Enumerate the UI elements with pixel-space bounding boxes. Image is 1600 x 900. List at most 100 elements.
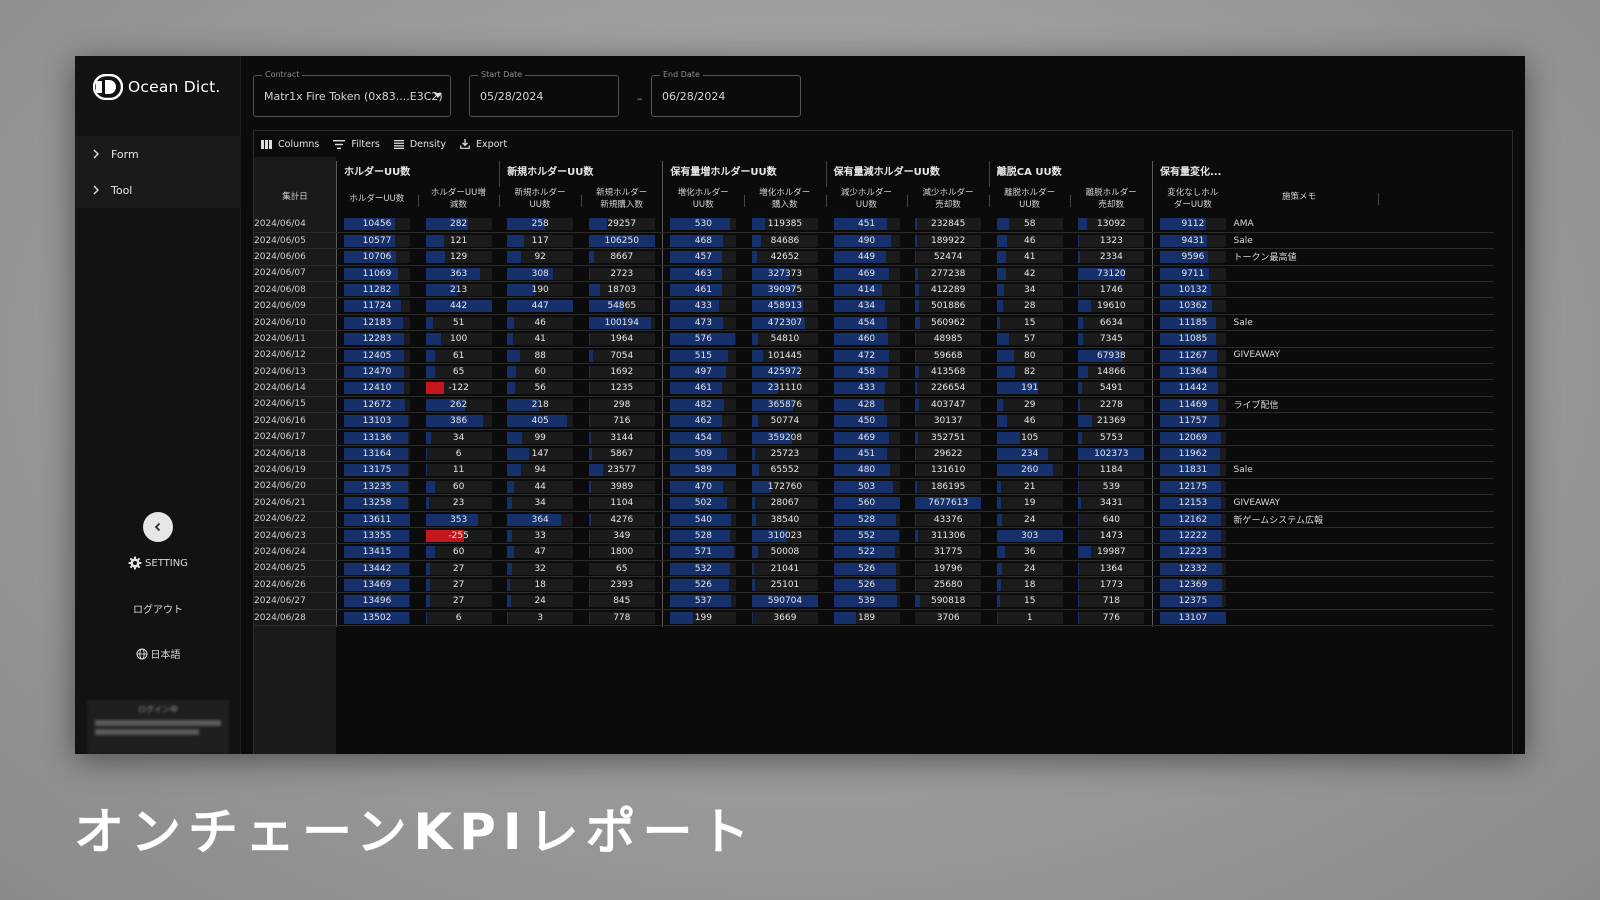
table-row[interactable]: 2024/06/26 13469 27 18 2393 526 25101 526 25680 1… <box>254 576 1494 594</box>
value-cell: 47 <box>499 543 581 561</box>
start-date-field[interactable]: Start Date 05/28/2024 <box>469 70 619 117</box>
date-column-header[interactable]: 集計日 <box>254 191 336 219</box>
value-number: 60 <box>534 367 546 378</box>
columns-button[interactable]: Columns <box>261 139 319 150</box>
value-bar-track: 311306 <box>915 529 982 542</box>
value-number: 29257 <box>607 219 637 229</box>
table-row[interactable]: 2024/06/19 13175 11 94 23577 589 65552 480 13161… <box>254 461 1494 479</box>
value-bar-track: 365876 <box>751 398 818 411</box>
value-cell: 3144 <box>580 429 663 446</box>
table-row[interactable]: 2024/06/10 12183 51 46 100194 473 472307 454 560… <box>254 314 1494 332</box>
table-row[interactable]: 2024/06/20 13235 60 44 3989 470 172760 503 18619… <box>254 478 1494 496</box>
column-header-line: 新規購入数 <box>600 200 643 210</box>
value-bar-track: 41 <box>996 251 1063 264</box>
value-bar-track: 461 <box>670 382 737 395</box>
value-cell: 532 <box>662 560 744 578</box>
table-row[interactable]: 2024/06/25 13442 27 32 65 532 21041 526 19796 24 1… <box>254 560 1494 578</box>
filters-button[interactable]: Filters <box>333 139 380 150</box>
density-button[interactable]: Density <box>393 139 446 150</box>
value-bar-track: 1773 <box>1078 579 1145 592</box>
value-bar-track: 24 <box>996 562 1063 575</box>
logout-link[interactable]: ログアウト <box>75 601 241 616</box>
column-header[interactable]: 新規ホルダー 新規購入数 <box>581 187 663 215</box>
export-button[interactable]: Export <box>460 139 507 150</box>
table-row[interactable]: 2024/06/18 13164 6 147 5867 509 25723 451 29622 2… <box>254 445 1494 463</box>
column-group-header[interactable]: ホルダーUU数 <box>336 163 499 185</box>
table-row[interactable]: 2024/06/05 10577 121 117 106250 468 84686 490 18… <box>254 232 1494 250</box>
value-cell: 172760 <box>743 478 826 496</box>
value-bar-track: 12162 <box>1159 513 1226 526</box>
value-number: 6634 <box>1099 317 1123 328</box>
column-header[interactable]: 離脱ホルダー UU数 <box>989 187 1071 215</box>
column-group-header[interactable]: 保有量変化... <box>1152 163 1234 185</box>
value-number: 33 <box>534 530 546 541</box>
table-row[interactable]: 2024/06/16 13103 386 405 716 462 50774 450 30137… <box>254 412 1494 430</box>
table-row[interactable]: 2024/06/23 13355 -255 33 349 528 310023 552 3113… <box>254 527 1494 545</box>
column-header[interactable]: 減少ホルダー UU数 <box>826 187 908 215</box>
column-header[interactable]: 増化ホルダー 購入数 <box>744 187 826 215</box>
value-bar-track: 8667 <box>588 251 655 264</box>
table-row[interactable]: 2024/06/11 12283 100 41 1964 576 54810 460 48985… <box>254 330 1494 348</box>
value-bar-track: 2393 <box>588 579 655 592</box>
table-row[interactable]: 2024/06/27 13496 27 24 845 537 590704 539 590818… <box>254 592 1494 610</box>
column-header[interactable]: ホルダーUU増 減数 <box>418 187 500 215</box>
table-row[interactable]: 2024/06/15 12672 262 218 298 482 365876 428 4037… <box>254 396 1494 414</box>
end-date-field[interactable]: End Date 06/28/2024 <box>651 70 801 117</box>
column-group-header[interactable]: 保有量減ホルダーUU数 <box>826 163 989 185</box>
memo-cell <box>1233 379 1494 397</box>
table-row[interactable]: 2024/06/08 11282 213 190 18703 461 390975 414 41… <box>254 281 1494 299</box>
value-cell: 32 <box>499 560 581 578</box>
table-row[interactable]: 2024/06/06 10706 129 92 8667 457 42652 449 52474… <box>254 248 1494 266</box>
value-cell: 262 <box>417 396 500 414</box>
value-bar-track: 28067 <box>751 497 818 510</box>
column-header[interactable]: 減少ホルダー 売却数 <box>907 187 989 215</box>
value-cell: 526 <box>825 576 908 594</box>
value-cell: 18 <box>499 576 581 594</box>
value-number: 34 <box>534 498 546 509</box>
table-row[interactable]: 2024/06/22 13611 353 364 4276 540 38540 528 4337… <box>254 511 1494 528</box>
sidebar-item-form[interactable]: Form <box>75 136 241 172</box>
language-selector[interactable]: 日本語 <box>75 646 241 661</box>
table-row[interactable]: 2024/06/21 13258 23 34 1104 502 28067 560 767761… <box>254 494 1494 512</box>
date-range-separator: – <box>637 92 643 105</box>
value-number: 458913 <box>767 301 803 312</box>
table-row[interactable]: 2024/06/14 12410 -122 56 1235 461 231110 433 226… <box>254 379 1494 397</box>
table-row[interactable]: 2024/06/24 13415 60 47 1800 571 50008 522 31775 3… <box>254 543 1494 561</box>
table-row[interactable]: 2024/06/09 11724 442 447 54865 433 458913 434 50… <box>254 297 1494 315</box>
value-cell: 6634 <box>1070 314 1152 332</box>
column-header[interactable]: 離脱ホルダー 売却数 <box>1070 187 1152 215</box>
column-group-header[interactable]: 新規ホルダーUU数 <box>499 163 662 185</box>
table-row[interactable]: 2024/06/12 12405 61 88 7054 515 101445 472 59668… <box>254 347 1494 365</box>
value-number: 457 <box>694 252 712 263</box>
contract-select[interactable]: Contract Matr1x Fire Token (0x83....E3C2… <box>253 70 451 117</box>
value-bar-track: 186195 <box>915 480 982 493</box>
setting-link[interactable]: SETTING <box>75 556 241 570</box>
value-bar-track: 526 <box>670 579 737 592</box>
column-header[interactable]: 新規ホルダー UU数 <box>499 187 581 215</box>
column-header[interactable]: 増化ホルダー UU数 <box>662 187 744 215</box>
value-number: 12175 <box>1178 481 1208 492</box>
collapse-sidebar-button[interactable] <box>143 512 173 542</box>
logo[interactable]: Ocean Dict. <box>93 72 220 102</box>
table-row[interactable]: 2024/06/04 10456 282 258 29257 530 119385 451 23… <box>254 216 1494 233</box>
memo-column-header[interactable]: 施策メモ <box>1234 191 1364 219</box>
table-row[interactable]: 2024/06/07 11069 363 308 2723 463 327373 469 277… <box>254 265 1494 283</box>
column-group-header[interactable]: 離脱CA UU数 <box>989 163 1152 185</box>
value-number: 21369 <box>1097 416 1126 427</box>
value-cell: 260 <box>988 461 1071 479</box>
value-bar-track: 282 <box>425 218 492 230</box>
column-header[interactable]: ホルダーUU数 <box>336 187 418 215</box>
table-row[interactable]: 2024/06/17 13136 34 99 3144 454 359208 469 35275… <box>254 429 1494 446</box>
table-row[interactable]: 2024/06/13 12470 65 60 1692 497 425972 458 41356… <box>254 363 1494 381</box>
value-bar-track: 472 <box>833 349 900 362</box>
column-group-header[interactable]: 保有量増ホルダーUU数 <box>662 163 825 185</box>
value-bar-track: 121 <box>425 234 492 247</box>
table-row[interactable]: 2024/06/28 13502 6 3 778 199 3669 189 3706 1 776 13… <box>254 609 1494 627</box>
value-cell: 100194 <box>580 314 663 332</box>
value-cell: 60 <box>499 363 581 381</box>
value-number: 359208 <box>767 432 803 443</box>
value-cell: 3669 <box>743 609 826 627</box>
sidebar-item-tool[interactable]: Tool <box>75 172 241 208</box>
value-bar-track: 27 <box>425 595 492 608</box>
column-header[interactable]: 変化なしホル ダーUU数 <box>1152 187 1234 215</box>
